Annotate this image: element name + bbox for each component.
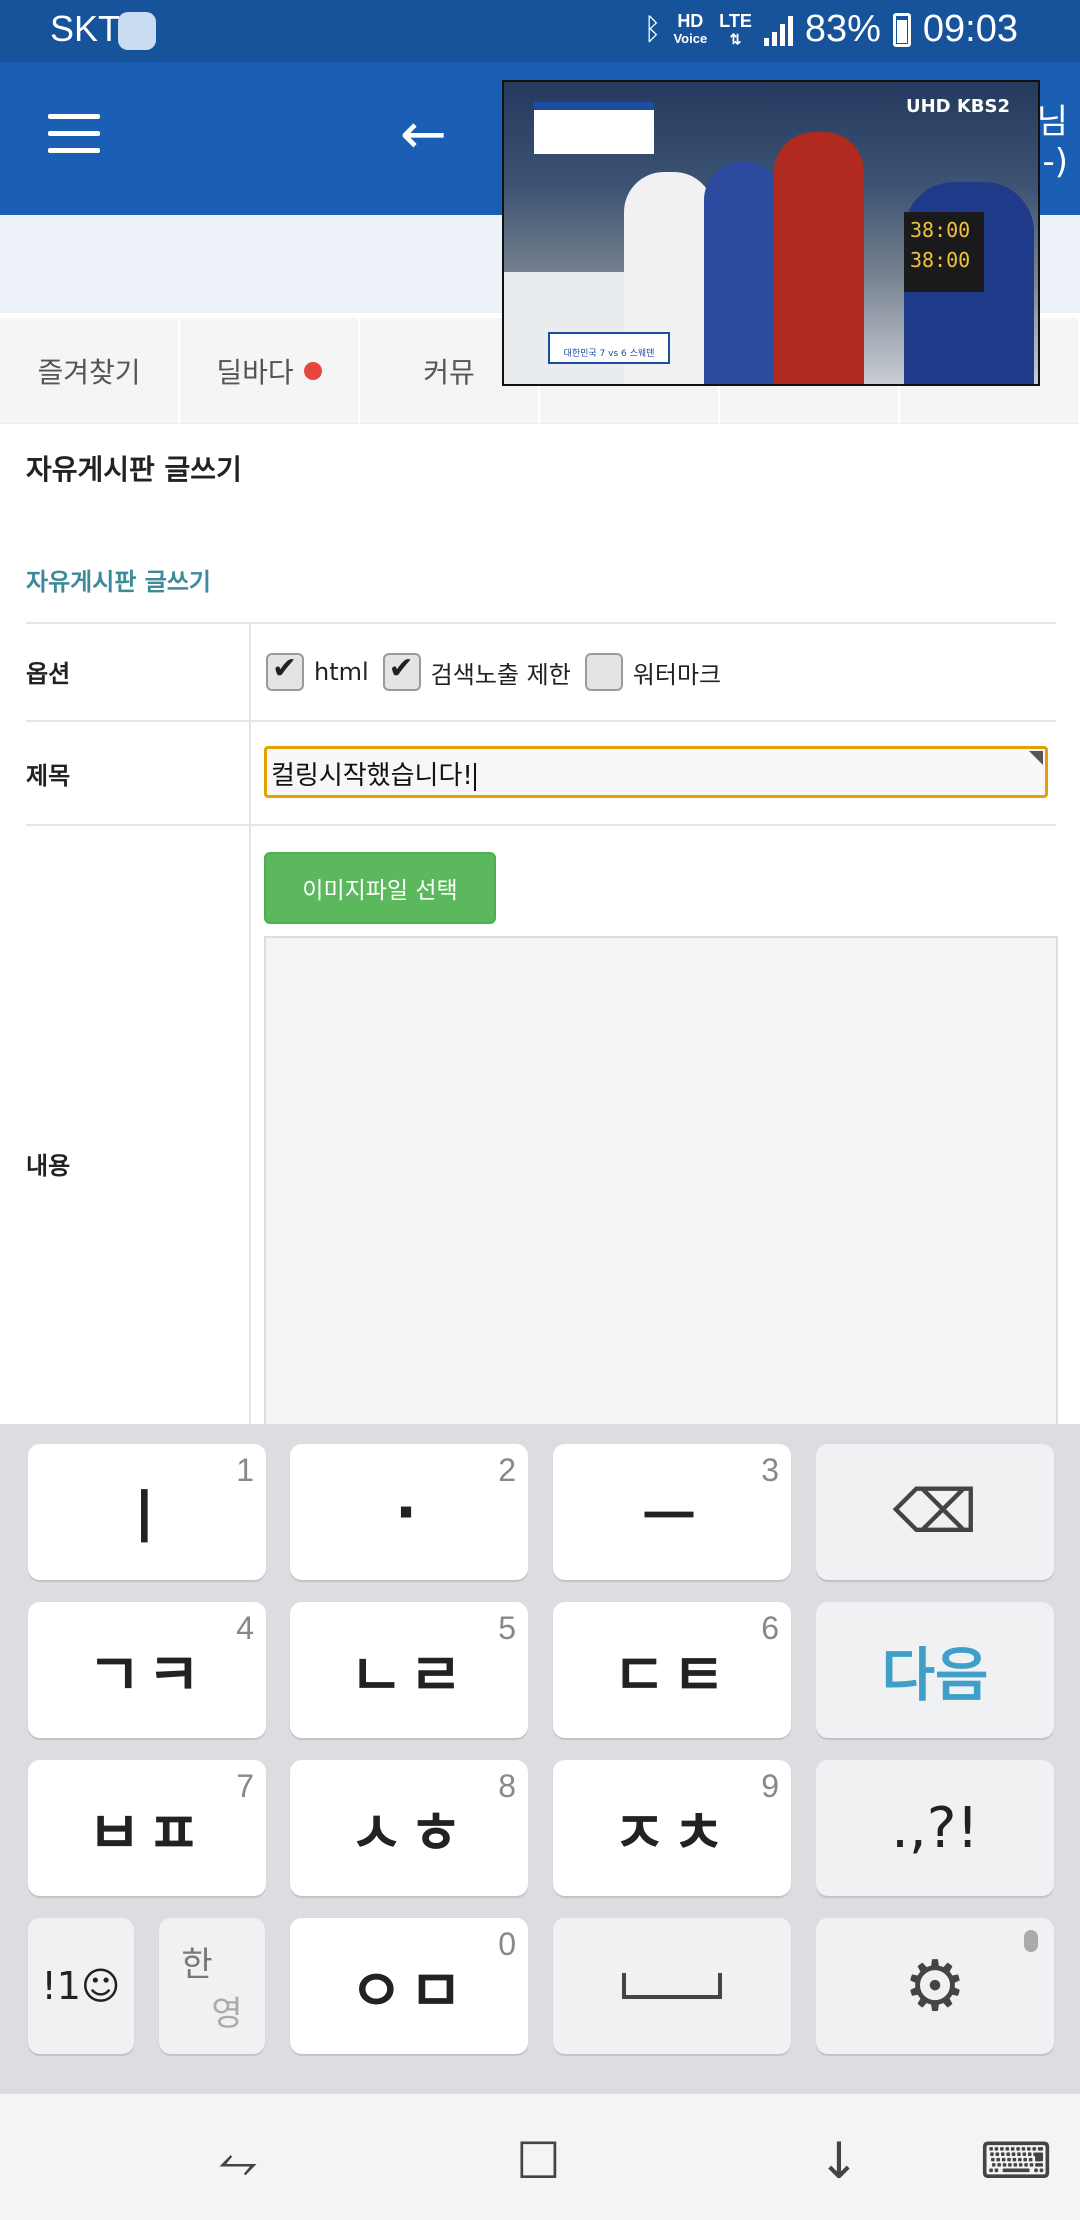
- hd-voice-icon: HD Voice: [673, 10, 708, 46]
- subject-label: 제목: [26, 762, 71, 790]
- key-siot[interactable]: 8 ㅅㅎ: [290, 1760, 528, 1896]
- system-nav-bar: ⥊ ☐ ↓ ⌨: [0, 2094, 1080, 2220]
- key-vowel-i[interactable]: 1ㅣ: [28, 1444, 266, 1580]
- tab-dealbada[interactable]: 딜바다: [180, 318, 360, 424]
- content-textarea[interactable]: [264, 936, 1058, 1426]
- language-toggle-key[interactable]: 한 영: [159, 1918, 265, 2054]
- battery-icon: [892, 12, 911, 47]
- space-bar-icon: [622, 1973, 722, 1999]
- bluetooth-icon: ᛒ: [643, 12, 662, 46]
- key-vowel-dot[interactable]: 2 ·: [290, 1444, 528, 1580]
- html-checkbox[interactable]: [266, 651, 304, 691]
- options-label: 옵션: [26, 660, 71, 688]
- watermark-checkbox[interactable]: [584, 653, 623, 691]
- notification-app-icon: [118, 12, 156, 50]
- status-bar: SKT ᛒ HD Voice LTE ⇅ 83% 09:03: [0, 0, 1080, 62]
- menu-icon[interactable]: [48, 114, 100, 154]
- battery-percent: 83%: [804, 8, 881, 50]
- content-label: 내용: [26, 1152, 71, 1180]
- resize-handle-icon: [1029, 751, 1043, 765]
- form-divider: [26, 720, 1056, 722]
- form-divider: [26, 622, 1056, 624]
- watermark-checkbox-label: 워터마크: [632, 660, 722, 689]
- page-title: 자유게시판 글쓰기: [26, 453, 242, 486]
- gear-icon: ⚙: [903, 1945, 967, 2027]
- backspace-icon: ⌫: [892, 1477, 978, 1547]
- carrier-label: SKT: [50, 8, 121, 49]
- recent-apps-icon[interactable]: ⥊: [218, 2132, 258, 2191]
- key-nieun[interactable]: 5 ㄴㄹ: [290, 1602, 528, 1738]
- key-digeut[interactable]: 6 ㄷㅌ: [553, 1602, 791, 1738]
- backspace-key[interactable]: ⌫: [816, 1444, 1054, 1580]
- video-caption-top: [534, 102, 654, 154]
- key-vowel-eu[interactable]: 3ㅡ: [553, 1444, 791, 1580]
- back-icon[interactable]: ↓: [818, 2132, 860, 2190]
- home-icon[interactable]: ☐: [516, 2132, 561, 2190]
- search-exclude-checkbox[interactable]: [382, 651, 421, 691]
- punctuation-key[interactable]: .,?!: [816, 1760, 1054, 1896]
- image-upload-button[interactable]: 이미지파일 선택: [264, 852, 496, 924]
- symbols-key[interactable]: !1☺: [28, 1918, 134, 2054]
- tab-favorites[interactable]: 즐겨찾기: [0, 318, 180, 424]
- column-divider: [249, 622, 251, 1424]
- video-caption-bottom: 대한민국 7 vs 6 스웨덴: [548, 332, 670, 364]
- options-group: html 검색노출 제한 워터마크: [266, 651, 735, 692]
- key-jieut[interactable]: 9 ㅈㅊ: [553, 1760, 791, 1896]
- key-giyeok[interactable]: 4 ㄱㅋ: [28, 1602, 266, 1738]
- lte-icon: LTE ⇅: [719, 10, 752, 47]
- broadcaster-logo: UHD KBS2: [905, 96, 1010, 117]
- space-key[interactable]: [553, 1918, 791, 2054]
- mic-icon: [1024, 1930, 1038, 1952]
- video-scoreboard: 38:00 38:00: [904, 212, 984, 292]
- subject-input[interactable]: 컬링시작했습니다!: [264, 746, 1048, 798]
- signal-icon: [763, 14, 793, 46]
- keyboard-hide-icon[interactable]: ⌨: [980, 2132, 1052, 2190]
- next-key[interactable]: 다음: [816, 1602, 1054, 1738]
- section-title: 자유게시판 글쓰기: [26, 568, 211, 596]
- clock: 09:03: [922, 8, 1018, 50]
- subject-input-value: 컬링시작했습니다!: [271, 761, 473, 791]
- back-arrow-icon[interactable]: ←: [400, 102, 447, 167]
- header-edge-text: 님 -): [1036, 102, 1068, 182]
- html-checkbox-label: html: [314, 658, 369, 686]
- pip-video-player[interactable]: 38:00 38:00 UHD KBS2 대한민국 7 vs 6 스웨덴: [502, 80, 1040, 386]
- form-divider: [26, 824, 1056, 826]
- new-indicator-dot: [303, 362, 322, 380]
- search-exclude-checkbox-label: 검색노출 제한: [430, 660, 571, 689]
- key-bieup[interactable]: 7 ㅂㅍ: [28, 1760, 266, 1896]
- text-cursor: [473, 762, 476, 791]
- keyboard-settings-key[interactable]: ⚙: [816, 1918, 1054, 2054]
- soft-keyboard: 1ㅣ 2 · 3ㅡ ⌫ 4 ㄱㅋ 5 ㄴㄹ 6 ㄷㅌ 다음 7 ㅂㅍ 8 ㅅㅎ 9 ㅈㅊ .,…: [0, 1424, 1080, 2094]
- key-ieung[interactable]: 0 ㅇㅁ: [290, 1918, 528, 2054]
